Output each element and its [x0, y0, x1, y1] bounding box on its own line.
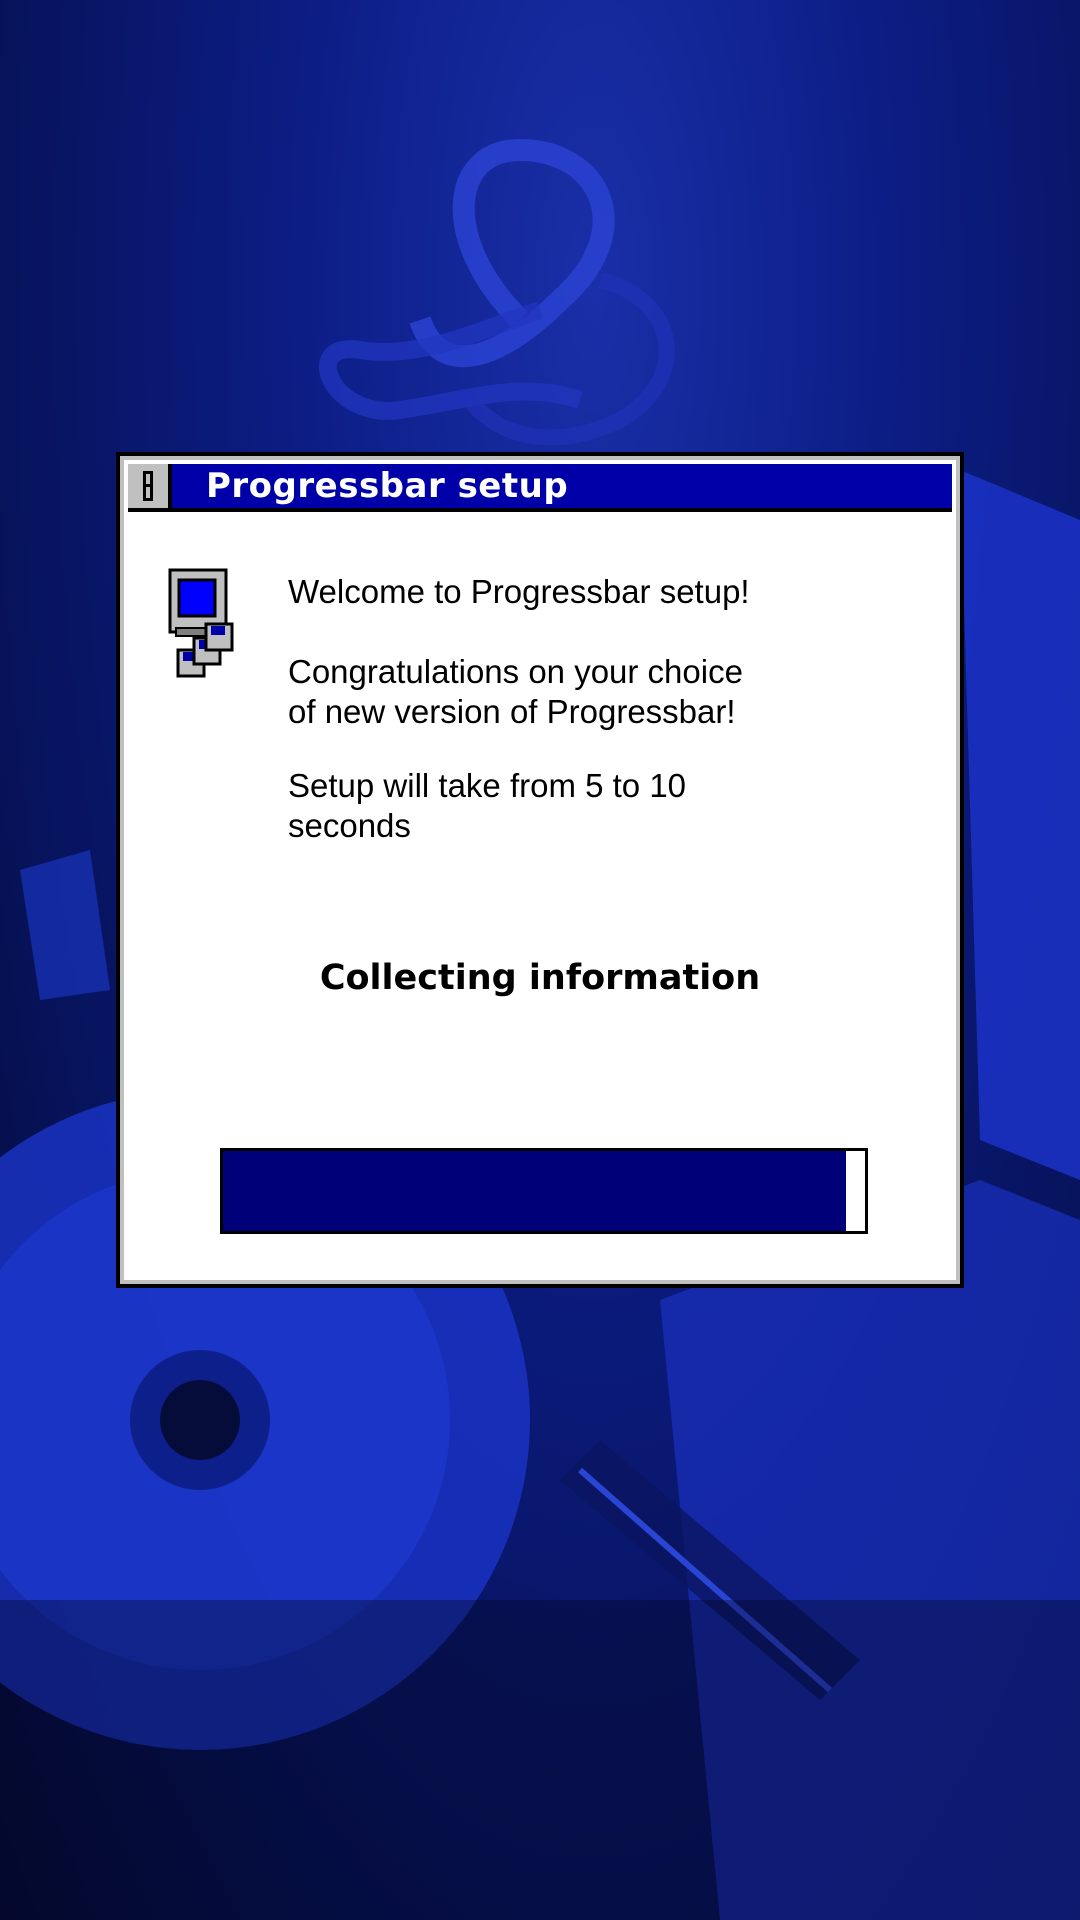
status-text: Collecting information	[319, 958, 761, 998]
progress-bar-fill	[223, 1151, 846, 1231]
system-menu-icon[interactable]	[128, 464, 172, 508]
window-client-area: Welcome to Progressbar setup! Congratula…	[128, 512, 952, 1276]
title-bar[interactable]: Progressbar setup	[128, 464, 952, 512]
window-title: Progressbar setup	[206, 466, 569, 506]
welcome-text: Welcome to Progressbar setup!	[288, 573, 750, 610]
system-menu-bar-icon	[143, 471, 153, 501]
congratulations-text: Congratulations on your choice of new ve…	[288, 653, 743, 730]
duration-text: Setup will take from 5 to 10 seconds	[288, 767, 687, 844]
setup-window: Progressbar setup Welcome to Progressbar…	[116, 452, 964, 1288]
setup-computer-disks-icon	[168, 568, 234, 678]
progress-bar	[220, 1148, 868, 1234]
